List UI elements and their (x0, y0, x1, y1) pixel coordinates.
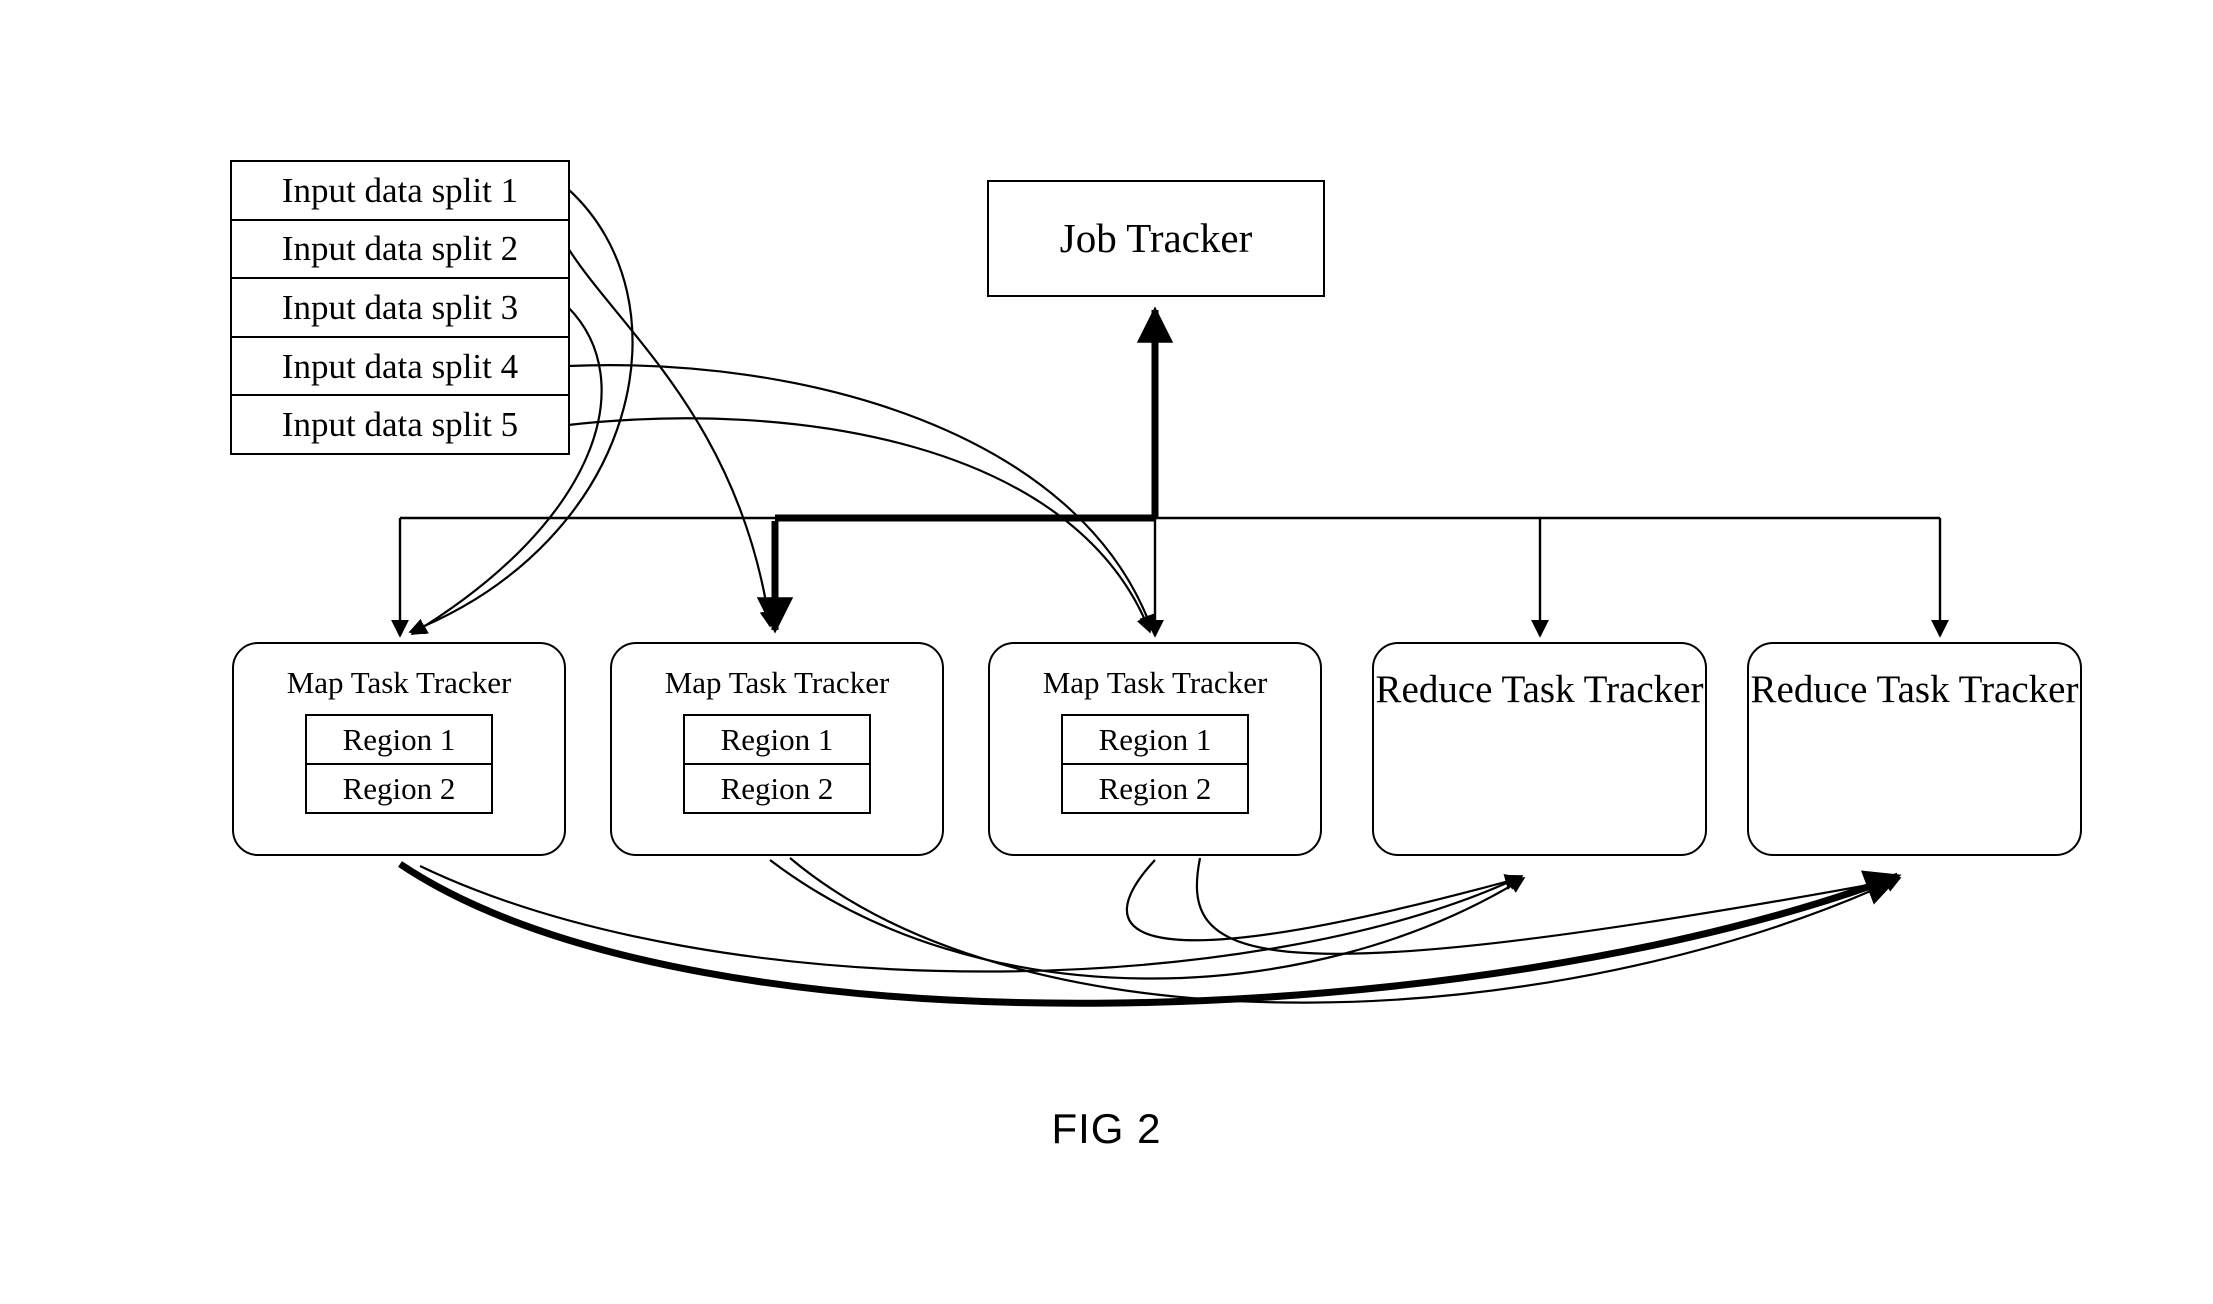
input-split-label-3: Input data split 3 (281, 287, 519, 327)
edge-split4-map3 (567, 364, 1155, 632)
input-split-label-1: Input data split 1 (281, 170, 519, 210)
region-label-2: Region 2 (720, 771, 834, 807)
figure-canvas: Input data split 1 Input data split 2 In… (0, 0, 2213, 1304)
map-task-tracker-1-regions: Region 1 Region 2 (305, 714, 493, 815)
input-split-row-1[interactable]: Input data split 1 (232, 162, 568, 221)
map-task-tracker-3[interactable]: Map Task Tracker Region 1 Region 2 (988, 642, 1322, 856)
region-label-2: Region 2 (342, 771, 456, 807)
job-tracker-label: Job Tracker (1059, 214, 1253, 261)
input-split-label-2: Input data split 2 (281, 229, 519, 269)
reduce-task-tracker-2[interactable]: Reduce Task Tracker (1747, 642, 2082, 856)
map-task-tracker-3-label: Map Task Tracker (1042, 665, 1268, 700)
region-row-2[interactable]: Region 2 (1063, 765, 1247, 812)
region-row-2[interactable]: Region 2 (685, 765, 869, 812)
region-label-1: Region 1 (720, 722, 834, 758)
job-tracker-node[interactable]: Job Tracker (987, 180, 1325, 297)
reduce-task-tracker-1[interactable]: Reduce Task Tracker (1372, 642, 1707, 856)
map-task-tracker-3-regions: Region 1 Region 2 (1061, 714, 1249, 815)
input-data-splits-group: Input data split 1 Input data split 2 In… (230, 160, 570, 455)
map-task-tracker-2[interactable]: Map Task Tracker Region 1 Region 2 (610, 642, 944, 856)
region-row-1[interactable]: Region 1 (685, 716, 869, 766)
edge-map1-reduce1 (419, 865, 1524, 973)
region-row-1[interactable]: Region 1 (307, 716, 491, 766)
map-task-tracker-2-label: Map Task Tracker (664, 665, 890, 700)
region-label-1: Region 1 (1098, 722, 1212, 758)
edge-split2-map2 (567, 247, 777, 628)
input-split-label-4: Input data split 4 (281, 346, 519, 386)
reduce-task-tracker-1-label: Reduce Task Tracker (1375, 668, 1704, 711)
region-label-2: Region 2 (1098, 771, 1212, 807)
input-split-row-3[interactable]: Input data split 3 (232, 279, 568, 338)
edge-map2-reduce2 (789, 857, 1902, 1004)
edge-map3-reduce2 (1195, 857, 1898, 955)
map-task-tracker-2-regions: Region 1 Region 2 (683, 714, 871, 815)
edge-map2-reduce1 (769, 859, 1526, 980)
region-row-2[interactable]: Region 2 (307, 765, 491, 812)
region-row-1[interactable]: Region 1 (1063, 716, 1247, 766)
edge-map3-reduce1 (1125, 859, 1522, 942)
input-split-row-2[interactable]: Input data split 2 (232, 221, 568, 280)
reduce-task-tracker-2-label: Reduce Task Tracker (1750, 668, 2079, 711)
edge-map1-reduce2 (398, 861, 1902, 1007)
figure-caption: FIG 2 (1051, 1105, 1162, 1152)
map-task-tracker-1[interactable]: Map Task Tracker Region 1 Region 2 (232, 642, 566, 856)
region-label-1: Region 1 (342, 722, 456, 758)
map-task-tracker-1-label: Map Task Tracker (286, 665, 512, 700)
input-split-row-4[interactable]: Input data split 4 (232, 338, 568, 397)
edge-split5-map3 (567, 417, 1153, 634)
input-split-row-5[interactable]: Input data split 5 (232, 396, 568, 453)
input-split-label-5: Input data split 5 (281, 405, 519, 445)
